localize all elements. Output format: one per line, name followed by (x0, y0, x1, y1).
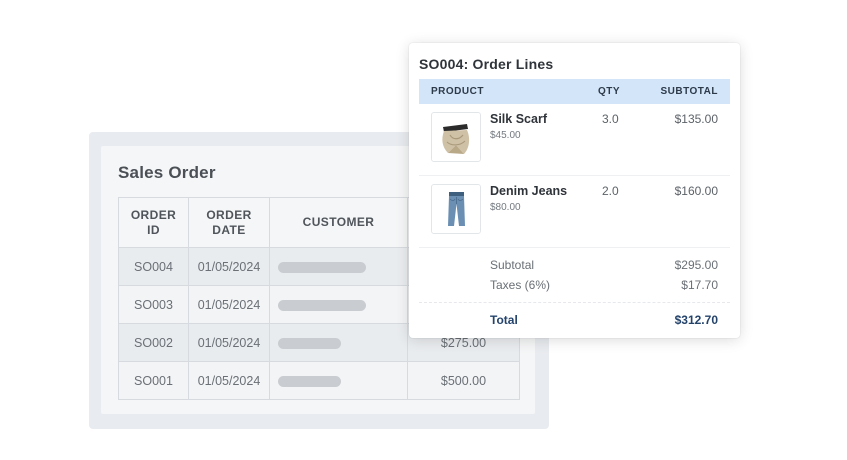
customer-placeholder (278, 337, 341, 349)
order-line-row[interactable]: Denim Jeans $80.00 2.0 $160.00 (419, 176, 730, 248)
total-value: $312.70 (674, 313, 718, 327)
line-subtotal: $135.00 (674, 112, 718, 126)
order-date-cell: 01/05/2024 (188, 285, 270, 324)
col-header-product[interactable]: PRODUCT (431, 86, 484, 97)
order-date-cell: 01/05/2024 (188, 361, 270, 400)
subtotal-label: Subtotal (490, 258, 535, 272)
order-date-cell: 01/05/2024 (188, 247, 270, 286)
taxes-label: Taxes (6%) (490, 278, 551, 292)
product-thumbnail[interactable] (431, 184, 481, 234)
line-subtotal: $160.00 (674, 184, 718, 198)
total-divider (419, 302, 730, 303)
customer-cell (269, 247, 408, 286)
subtotal-value: $295.00 (674, 258, 718, 272)
order-line-row[interactable]: Silk Scarf $45.00 3.0 $135.00 (419, 104, 730, 176)
customer-cell (269, 361, 408, 400)
table-row[interactable]: SO001 01/05/2024 $500.00 (118, 361, 520, 400)
taxes-value: $17.70 (681, 278, 718, 292)
order-lines-card: SO004: Order Lines PRODUCT QTY SUBTOTAL … (409, 43, 740, 338)
jeans-icon (448, 192, 465, 226)
product-qty: 3.0 (602, 112, 619, 126)
customer-placeholder (278, 299, 366, 311)
col-header-qty[interactable]: QTY (598, 86, 620, 97)
order-lines-header-row: PRODUCT QTY SUBTOTAL (419, 79, 730, 104)
product-unit-price: $45.00 (490, 130, 521, 141)
product-name: Denim Jeans (490, 184, 568, 198)
product-name: Silk Scarf (490, 112, 547, 126)
product-qty: 2.0 (602, 184, 619, 198)
order-id-cell: SO002 (118, 323, 189, 362)
total-label: Total (490, 313, 518, 327)
sales-order-title: Sales Order (118, 163, 216, 182)
order-total-cell: $500.00 (407, 361, 520, 400)
col-header-customer[interactable]: CUSTOMER (269, 197, 408, 248)
col-header-subtotal[interactable]: SUBTOTAL (660, 86, 718, 97)
order-id-cell: SO004 (118, 247, 189, 286)
col-header-order-date[interactable]: ORDER DATE (188, 197, 270, 248)
customer-cell (269, 323, 408, 362)
order-id-cell: SO003 (118, 285, 189, 324)
customer-placeholder (278, 261, 366, 273)
order-lines-title: SO004: Order Lines (419, 56, 554, 72)
order-date-cell: 01/05/2024 (188, 323, 270, 362)
product-unit-price: $80.00 (490, 202, 521, 213)
customer-placeholder (278, 375, 341, 387)
scarf-icon (442, 124, 470, 154)
product-thumbnail[interactable] (431, 112, 481, 162)
order-id-cell: SO001 (118, 361, 189, 400)
customer-cell (269, 285, 408, 324)
col-header-order-id[interactable]: ORDER ID (118, 197, 189, 248)
